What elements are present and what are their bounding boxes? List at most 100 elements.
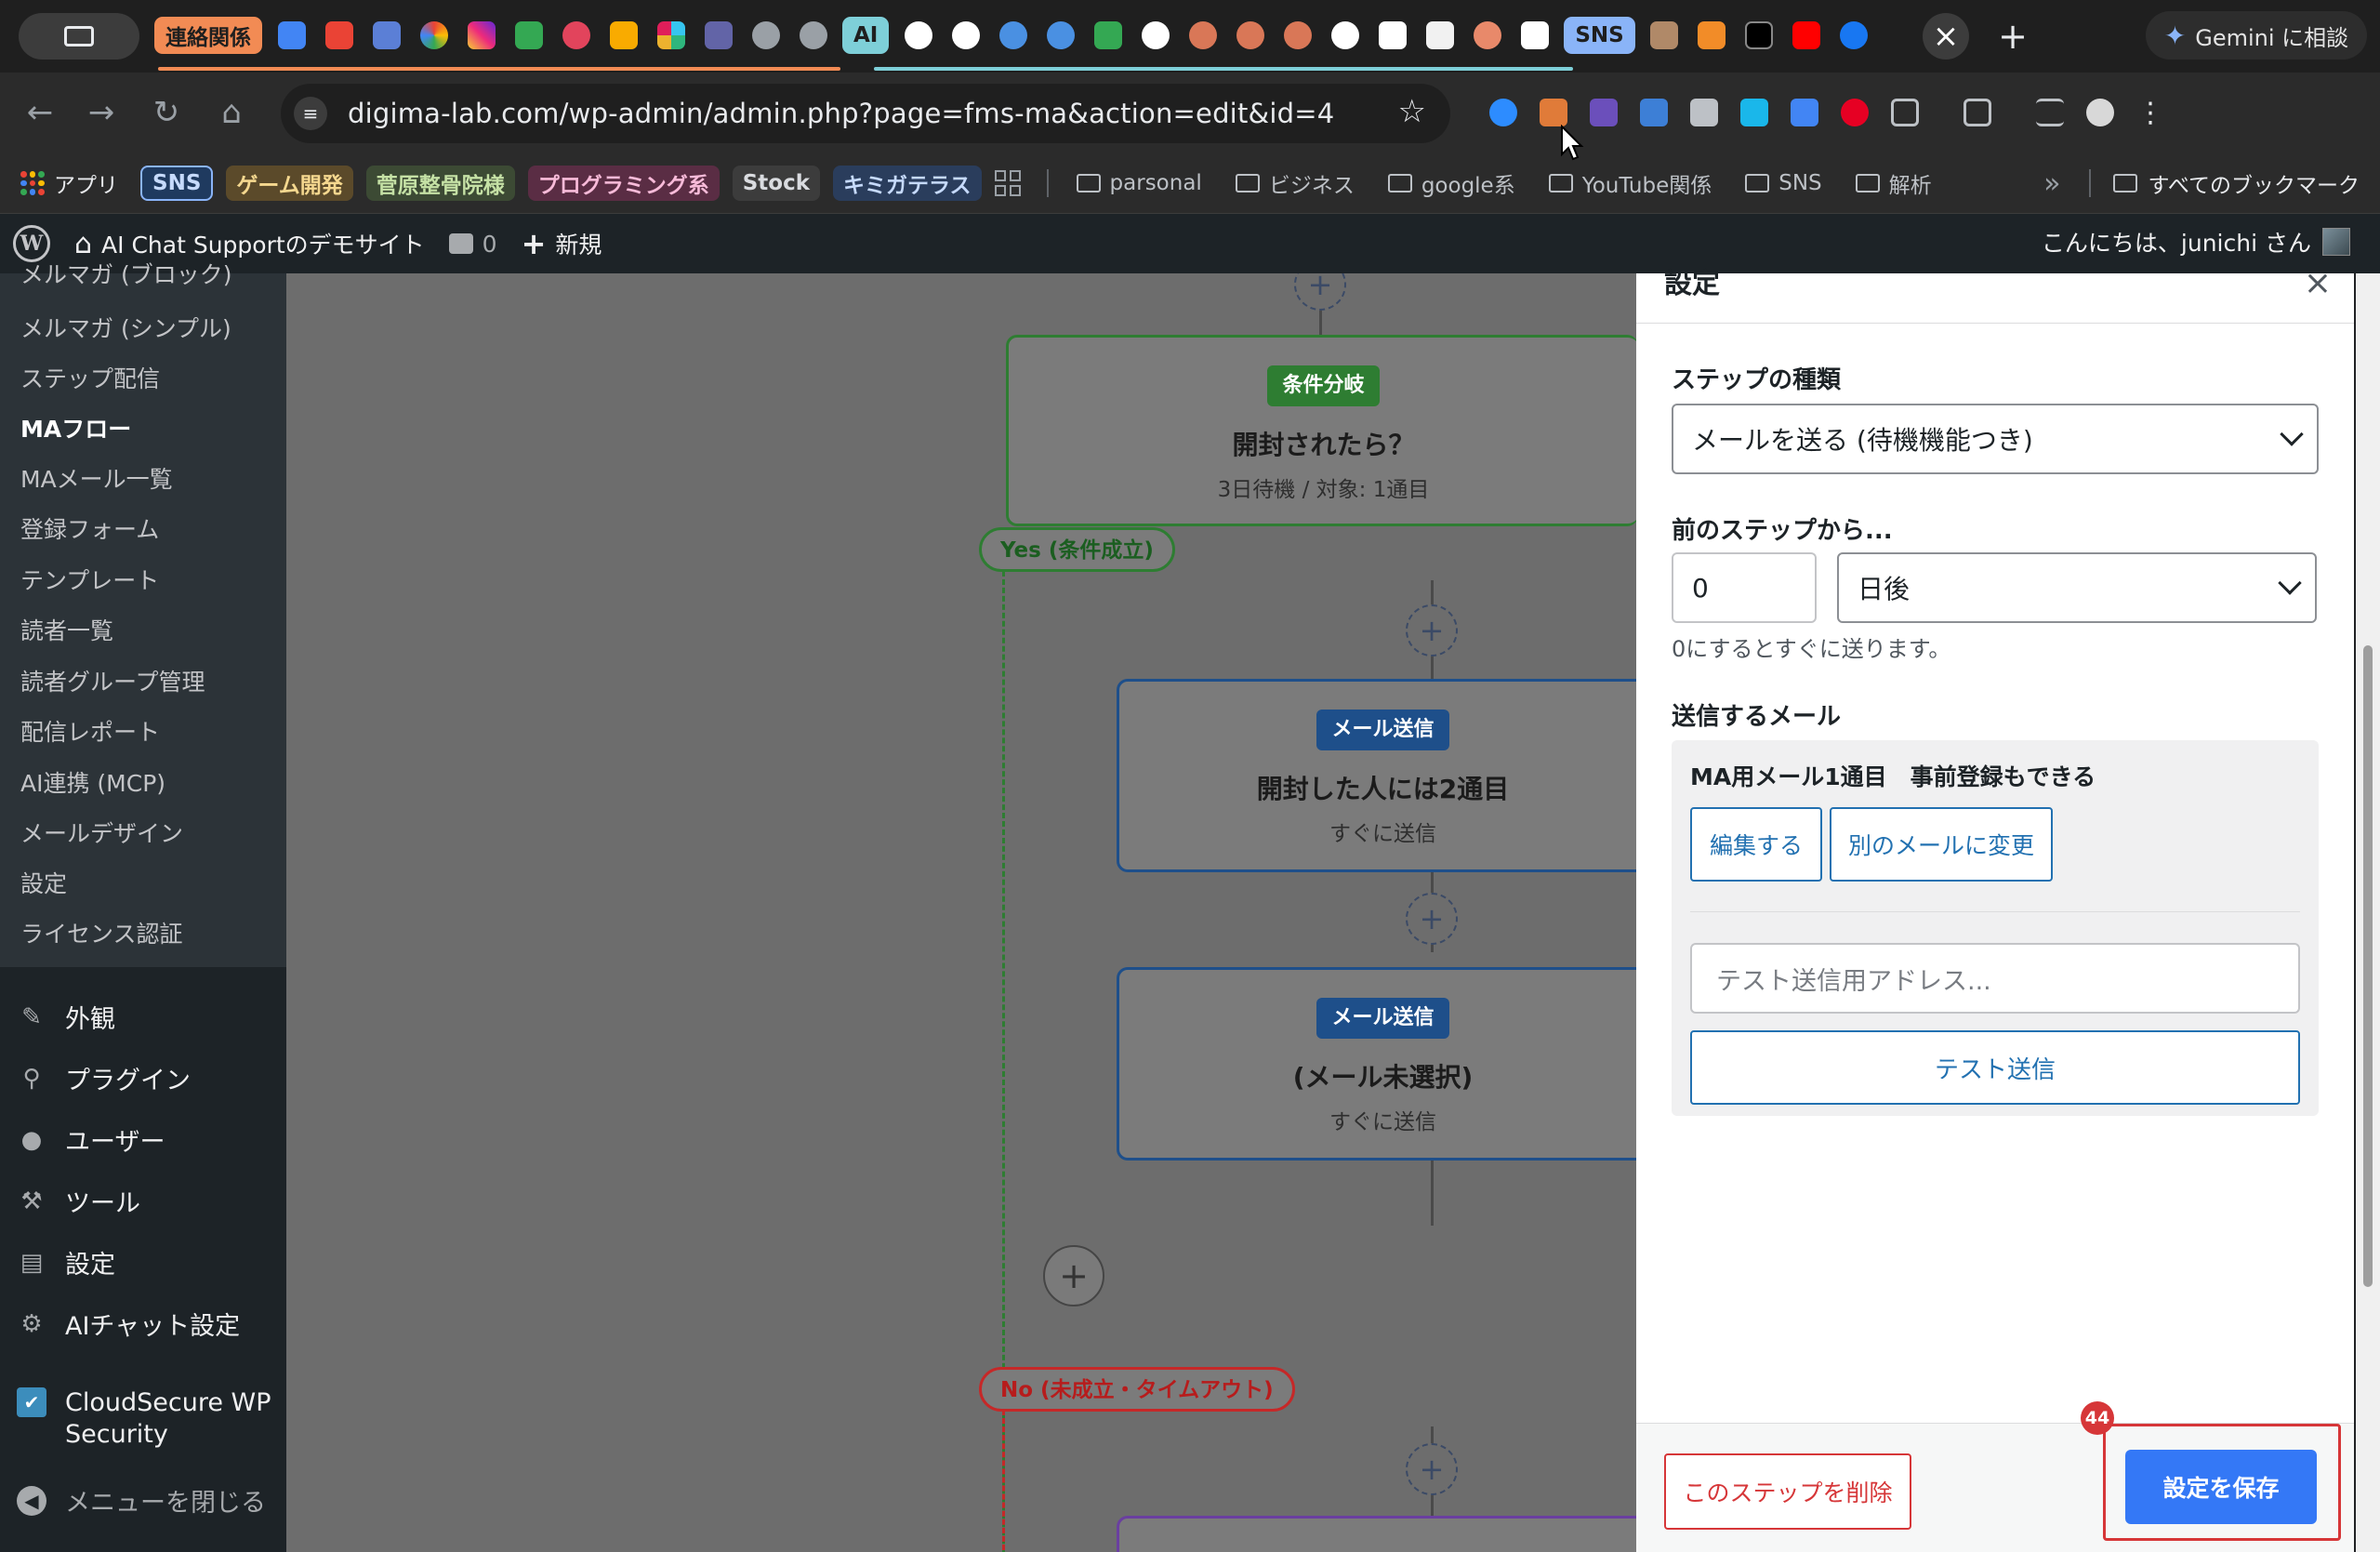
tab-search-icon[interactable] <box>19 13 139 60</box>
menu-cloudsecure[interactable]: ✔ CloudSecure WP Security <box>17 1387 279 1451</box>
profile-avatar-icon[interactable] <box>2075 91 2125 134</box>
submenu-step-delivery[interactable]: ステップ配信 <box>20 361 160 394</box>
add-step-icon[interactable]: + <box>1294 273 1346 311</box>
tab-group-contact[interactable]: 連絡関係 <box>154 17 262 54</box>
bookmarks-more-icon[interactable]: » <box>2043 167 2060 200</box>
comments-link[interactable]: 0 <box>448 231 497 258</box>
save-settings-button[interactable]: 設定を保存 <box>2125 1450 2317 1524</box>
mail-node-1[interactable]: メール送信 開封した人には2通目 すぐに送信 <box>1117 679 1636 872</box>
bookmark-group-stock[interactable]: Stock <box>732 166 820 201</box>
test-send-button[interactable]: テスト送信 <box>1690 1030 2300 1105</box>
submenu-ma-flow[interactable]: MAフロー <box>20 411 131 444</box>
tab-groups-icon[interactable] <box>994 170 1021 196</box>
tab-app-icon[interactable] <box>363 11 410 60</box>
tab-ai11-icon[interactable] <box>1511 11 1558 60</box>
forward-button[interactable]: → <box>80 91 123 134</box>
zoom-extension-icon[interactable] <box>1478 91 1528 134</box>
bookmark-folder-business[interactable]: ビジネス <box>1235 167 1355 199</box>
new-content-link[interactable]: + 新規 <box>522 226 602 261</box>
tab-sns2-icon[interactable] <box>1688 11 1736 60</box>
add-step-icon[interactable]: + <box>1406 893 1458 945</box>
bookmark-folder-google[interactable]: google系 <box>1387 167 1515 199</box>
tab-facebook-icon[interactable] <box>1831 11 1878 60</box>
bookmark-folder-parsonal[interactable]: parsonal <box>1076 171 1202 195</box>
delete-step-button[interactable]: このステップを削除 <box>1664 1453 1911 1530</box>
tab-group-ai[interactable]: AI <box>842 17 890 54</box>
tab-x-icon[interactable] <box>1736 11 1783 60</box>
tab-youtube-icon[interactable] <box>1783 11 1831 60</box>
reload-button[interactable]: ↻ <box>145 91 188 134</box>
mail-node-2[interactable]: メール送信 (メール未選択) すぐに送信 <box>1117 967 1636 1161</box>
delay-unit-select[interactable]: 日後 <box>1837 552 2317 623</box>
submenu-ai-mcp[interactable]: AI連携 (MCP) <box>20 765 165 799</box>
panel-scrollbar[interactable] <box>2356 273 2380 1552</box>
site-name-link[interactable]: ⌂ AI Chat Supportのデモサイト <box>74 227 425 260</box>
tab-teams-icon[interactable] <box>694 11 742 60</box>
extension-icon[interactable] <box>1579 91 1629 134</box>
submenu-template[interactable]: テンプレート <box>20 563 159 596</box>
tab-chatgpt2-icon[interactable] <box>942 11 989 60</box>
bookmark-apps[interactable]: アプリ <box>20 167 118 199</box>
submenu-mailmag-simple[interactable]: メルマガ (シンプル) <box>20 311 231 344</box>
vimeo-extension-icon[interactable] <box>1729 91 1779 134</box>
gemini-button[interactable]: ✦ Gemini に相談 <box>2146 11 2367 60</box>
menu-users[interactable]: ● ユーザー <box>17 1121 165 1158</box>
puzzle-extensions-icon[interactable] <box>1880 91 1930 134</box>
menu-plugins[interactable]: ⚲ プラグイン <box>17 1060 191 1096</box>
tab-close-icon[interactable]: × <box>1923 13 1969 60</box>
tab-claude3-icon[interactable] <box>1274 11 1321 60</box>
tab-globe2-icon[interactable] <box>789 11 837 60</box>
tab-chatgpt-icon[interactable] <box>894 11 942 60</box>
submenu-mailmag-block[interactable]: メルマガ (ブロック) <box>20 257 231 290</box>
browser-menu-icon[interactable]: ⋮ <box>2125 91 2175 134</box>
tab-photos-icon[interactable] <box>410 11 457 60</box>
site-info-icon[interactable]: ≡ <box>294 97 327 130</box>
tab-slack-icon[interactable] <box>647 11 694 60</box>
close-icon[interactable]: × <box>2304 264 2332 302</box>
bookmark-group-kimigaterasu[interactable]: キミガテラス <box>833 166 982 201</box>
menu-appearance[interactable]: ✎ 外観 <box>17 999 115 1035</box>
bookmark-folder-analytics[interactable]: 解析 <box>1855 167 1932 199</box>
all-bookmarks-link[interactable]: すべてのブックマーク <box>2149 167 2360 199</box>
new-tab-button[interactable]: + <box>1990 13 2036 60</box>
bookmark-group-game[interactable]: ゲーム開発 <box>226 166 353 201</box>
tab-analytics-icon[interactable] <box>600 11 647 60</box>
collapse-menu-button[interactable]: ◀ メニューを閉じる <box>17 1482 266 1519</box>
tab-group-sns[interactable]: SNS <box>1564 17 1635 54</box>
tab-instagram-icon[interactable] <box>457 11 505 60</box>
url-text[interactable]: digima-lab.com/wp-admin/admin.php?page=f… <box>348 98 1334 129</box>
tab-ai3-icon[interactable] <box>989 11 1037 60</box>
tab-ai5-icon[interactable] <box>1084 11 1131 60</box>
tab-ai6-icon[interactable] <box>1131 11 1179 60</box>
bookmark-folder-sns[interactable]: SNS <box>1745 171 1822 195</box>
next-node-partial[interactable] <box>1117 1516 1636 1552</box>
add-step-icon[interactable]: + <box>1406 604 1458 657</box>
side-panel-icon[interactable] <box>1952 91 2003 134</box>
tab-ai4-icon[interactable] <box>1037 11 1084 60</box>
tab-globe-icon[interactable] <box>742 11 789 60</box>
tab-app2-icon[interactable] <box>505 11 552 60</box>
back-button[interactable]: ← <box>19 91 61 134</box>
test-address-input[interactable]: テスト送信用アドレス... <box>1690 943 2300 1014</box>
menu-tools[interactable]: ⚒ ツール <box>17 1183 140 1219</box>
translate-extension-icon[interactable] <box>1779 91 1830 134</box>
tab-sns1-icon[interactable] <box>1641 11 1688 60</box>
condition-node[interactable]: 条件分岐 開封されたら？ 3日待機 / 対象: 1通目 <box>1006 335 1636 526</box>
submenu-reader-list[interactable]: 読者一覧 <box>20 613 113 646</box>
tab-claude2-icon[interactable] <box>1226 11 1274 60</box>
pinterest-extension-icon[interactable] <box>1830 91 1880 134</box>
extension-icon[interactable] <box>1629 91 1679 134</box>
submenu-ma-mail-list[interactable]: MAメール一覧 <box>20 461 173 495</box>
tab-calendar-icon[interactable] <box>268 11 315 60</box>
tab-claude-icon[interactable] <box>1179 11 1226 60</box>
bookmark-folder-youtube[interactable]: YouTube関係 <box>1548 167 1712 199</box>
edit-mail-button[interactable]: 編集する <box>1690 807 1822 882</box>
scrollbar-thumb[interactable] <box>2363 645 2373 1287</box>
delay-value-input[interactable]: 0 <box>1672 552 1817 623</box>
my-account-link[interactable]: こんにちは、junichi さん <box>2042 225 2350 259</box>
tab-ai7-icon[interactable] <box>1321 11 1368 60</box>
menu-ai-chat-settings[interactable]: ⚙ AIチャット設定 <box>17 1306 240 1342</box>
address-bar[interactable]: ≡ digima-lab.com/wp-admin/admin.php?page… <box>281 84 1450 143</box>
bookmark-star-icon[interactable]: ☆ <box>1398 93 1426 130</box>
submenu-settings[interactable]: 設定 <box>20 866 67 899</box>
